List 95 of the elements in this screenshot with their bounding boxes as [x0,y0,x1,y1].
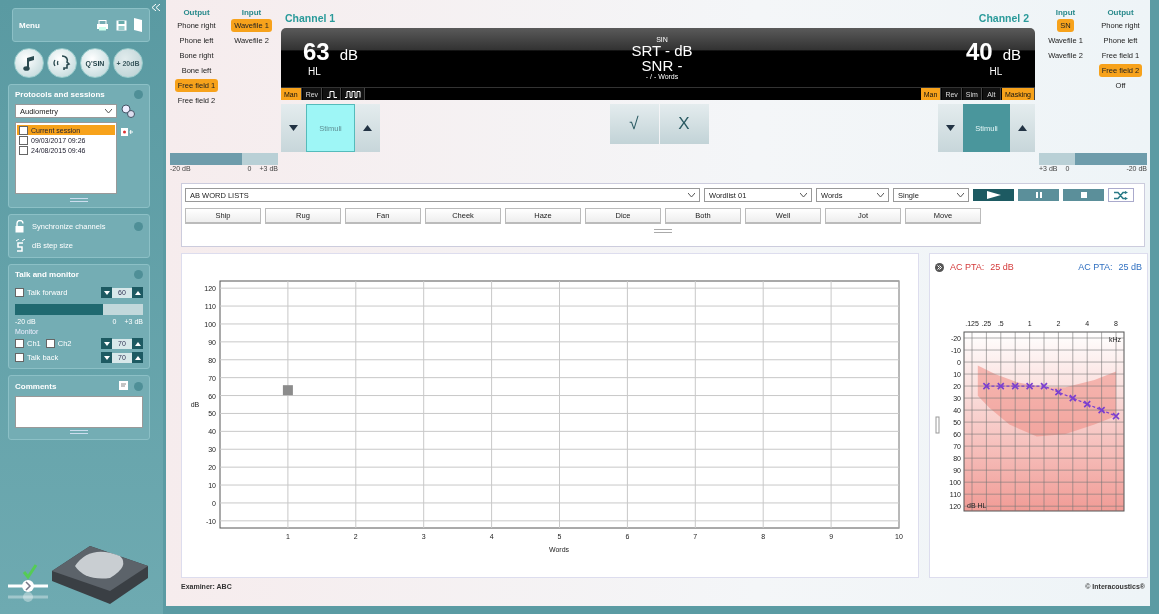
threshold-marker [1097,406,1106,414]
music-note-icon [23,55,35,71]
exit-icon[interactable] [134,18,143,32]
session-icon[interactable] [121,127,134,137]
caret-down-icon [103,355,110,360]
checkbox[interactable] [15,353,24,362]
threshold-marker [1069,394,1077,402]
threshold-marker [1040,382,1048,390]
test-button[interactable] [47,48,77,78]
mode-button[interactable] [323,88,342,100]
snr-reading: SNR - [641,57,683,73]
panel-title: Comments [15,381,58,391]
pta-label: AC PTA: [1078,262,1113,272]
stop-button[interactable] [1063,189,1104,201]
increase-button[interactable] [132,338,143,349]
column-heading: Output [183,8,210,17]
checkbox[interactable] [19,135,28,145]
increase-button[interactable] [132,287,143,298]
level-unit: dB [1002,46,1021,63]
mode-button[interactable] [342,88,366,100]
stop-icon [1080,192,1087,198]
threshold-marker [1011,382,1019,390]
pause-icon [1035,192,1042,198]
level-scale: HL [308,66,321,77]
checkbox[interactable] [15,288,24,297]
caret-down-icon [946,125,955,131]
caret-up-icon [363,125,372,131]
decrease-button[interactable] [101,338,112,349]
step-icon[interactable] [15,239,26,252]
checkbox[interactable] [19,125,28,135]
pta-label: AC PTA: [950,262,985,272]
correct-button[interactable]: √ [609,104,659,144]
column-heading: Output [1107,8,1134,17]
decrease-button[interactable] [101,352,112,363]
caret-down-icon [289,125,298,131]
caret-up-icon [134,355,141,360]
caret-down-icon [103,341,110,346]
threshold-marker [1025,382,1034,390]
incorrect-button[interactable]: X [659,104,709,144]
panel-title: Talk and monitor [15,270,80,279]
panel-title: Protocols and sessions [15,90,106,99]
level-value: 40 [965,38,993,65]
resize-handle[interactable] [654,229,672,233]
chevron-down-icon [800,193,807,197]
pta-value: 25 dB [990,262,1014,272]
play-icon [986,191,1001,199]
pulse-train-icon [345,90,362,98]
level-unit: dB [339,46,359,63]
caret-up-icon [1018,125,1027,131]
increase-button[interactable] [132,352,143,363]
caret-down-icon [103,290,110,295]
print-icon[interactable] [96,19,109,31]
caret-up-icon [134,341,141,346]
chevron-down-icon [688,193,695,197]
channel-title: Channel 1 [285,12,336,24]
expand-icon[interactable] [935,262,944,272]
srt-reading: SRT - dB [631,42,693,58]
gears-icon[interactable] [121,104,135,118]
decrease-button[interactable] [938,104,963,152]
chevron-down-icon [105,109,112,113]
threshold-marker [1112,412,1120,420]
speaking-head-icon [53,55,71,71]
play-button[interactable] [973,189,1014,201]
checkbox[interactable] [19,145,28,155]
single-pulse-icon [326,90,337,98]
resize-handle[interactable] [935,416,940,434]
data-point [282,385,293,396]
increase-button[interactable] [1010,104,1035,152]
collapse-icon[interactable] [152,4,160,11]
decrease-button[interactable] [281,104,306,152]
decrease-button[interactable] [101,287,112,298]
threshold-marker [997,382,1005,390]
pause-button[interactable] [1018,189,1059,201]
caret-up-icon [134,290,141,295]
level-scale: HL [989,66,1003,77]
save-icon[interactable] [116,19,127,31]
threshold-marker [982,382,991,390]
column-heading: Input [241,8,262,17]
checkbox[interactable] [15,339,24,348]
shuffle-button[interactable] [1108,188,1134,202]
chevron-down-icon [957,193,964,197]
threshold-marker [1083,400,1091,408]
padlock-icon[interactable] [15,220,26,233]
checkbox[interactable] [45,339,55,348]
threshold-marker [1054,388,1063,396]
channel-title: Channel 2 [978,12,1029,24]
pta-value: 25 dB [1118,262,1142,272]
chevron-down-icon [877,193,884,197]
note-icon[interactable] [119,381,129,391]
comments-field[interactable] [15,396,143,428]
increase-button[interactable] [355,104,380,152]
shuffle-icon [1114,190,1128,200]
level-value: 63 [303,38,330,65]
column-heading: Input [1055,8,1076,17]
test-button[interactable] [14,48,44,78]
